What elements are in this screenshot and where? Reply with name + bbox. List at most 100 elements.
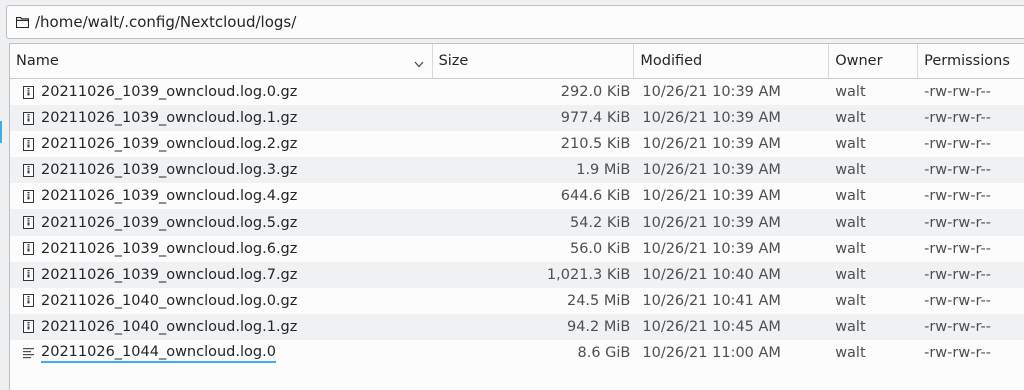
archive-icon [23, 163, 36, 178]
file-owner: walt [835, 214, 866, 231]
file-name-cell[interactable]: 20211026_1039_owncloud.log.4.gz [10, 188, 433, 204]
column-header-modified-label: Modified [640, 53, 703, 69]
file-size: 54.2 KiB [569, 214, 631, 231]
file-permissions: -rw-rw-r-- [924, 318, 991, 335]
file-size: 24.5 MiB [566, 292, 631, 309]
file-owner: walt [835, 136, 866, 153]
file-name[interactable]: 20211026_1039_owncloud.log.5.gz [41, 215, 297, 231]
file-name-cell[interactable]: 20211026_1039_owncloud.log.7.gz [10, 267, 433, 283]
archive-icon [23, 85, 36, 100]
file-name-cell[interactable]: 20211026_1039_owncloud.log.6.gz [10, 241, 433, 257]
table-row[interactable]: 20211026_1040_owncloud.log.0.gz 24.5 MiB 1… [10, 288, 1024, 314]
file-name-cell[interactable]: 20211026_1040_owncloud.log.0.gz [10, 293, 433, 309]
location-path[interactable]: /home/walt/.config/Nextcloud/logs/ [35, 13, 296, 31]
column-header-owner[interactable]: Owner [829, 44, 919, 78]
archive-icon [23, 189, 36, 204]
file-size: 292.0 KiB [560, 84, 631, 101]
file-owner: walt [835, 188, 866, 205]
archive-icon [23, 241, 36, 256]
file-modified: 10/26/21 10:39 AM [642, 162, 781, 179]
file-size: 1.9 MiB [576, 162, 631, 179]
file-name[interactable]: 20211026_1039_owncloud.log.3.gz [41, 162, 297, 178]
file-size: 56.0 KiB [569, 240, 631, 257]
file-size: 1,021.3 KiB [546, 266, 631, 283]
file-size: 8.6 GiB [577, 344, 631, 361]
file-modified: 10/26/21 10:39 AM [642, 110, 781, 127]
folder-icon [16, 15, 30, 29]
table-row[interactable]: 20211026_1039_owncloud.log.5.gz 54.2 KiB 1… [10, 209, 1024, 236]
file-owner: walt [835, 110, 866, 127]
archive-icon [23, 267, 36, 282]
file-modified: 10/26/21 10:40 AM [642, 266, 781, 283]
file-modified: 10/26/21 10:41 AM [642, 292, 781, 309]
file-name[interactable]: 20211026_1040_owncloud.log.1.gz [41, 319, 297, 335]
file-permissions: -rw-rw-r-- [924, 188, 991, 205]
file-name-cell[interactable]: 20211026_1040_owncloud.log.1.gz [10, 319, 433, 335]
file-name-cell[interactable]: 20211026_1039_owncloud.log.5.gz [10, 215, 433, 231]
table-row[interactable]: 20211026_1040_owncloud.log.1.gz 94.2 MiB 1… [10, 313, 1024, 340]
file-permissions: -rw-rw-r-- [924, 214, 991, 231]
file-owner: walt [835, 84, 866, 101]
file-permissions: -rw-rw-r-- [924, 84, 991, 101]
file-name-cell[interactable]: 20211026_1039_owncloud.log.3.gz [10, 162, 433, 178]
archive-icon [23, 111, 36, 126]
table-row[interactable]: 20211026_1039_owncloud.log.3.gz 1.9 MiB 10… [10, 157, 1024, 184]
column-header-name[interactable]: Name [10, 44, 433, 78]
table-row[interactable]: 20211026_1039_owncloud.log.7.gz 1,021.3 K… [10, 261, 1024, 288]
file-name-cell[interactable]: 20211026_1044_owncloud.log.0 [10, 343, 433, 363]
file-permissions: -rw-rw-r-- [924, 240, 991, 257]
table-row[interactable]: 20211026_1039_owncloud.log.2.gz 210.5 KiB… [10, 131, 1024, 157]
column-header-modified[interactable]: Modified [634, 44, 830, 78]
archive-icon [23, 319, 36, 334]
file-modified: 10/26/21 10:39 AM [642, 136, 781, 153]
archive-icon [23, 137, 36, 152]
file-name[interactable]: 20211026_1039_owncloud.log.0.gz [41, 84, 297, 100]
table-row[interactable]: 20211026_1039_owncloud.log.0.gz 292.0 KiB… [10, 79, 1024, 105]
text-file-icon [23, 345, 36, 360]
file-name[interactable]: 20211026_1039_owncloud.log.6.gz [41, 241, 297, 257]
file-name-cell[interactable]: 20211026_1039_owncloud.log.0.gz [10, 84, 433, 100]
file-name[interactable]: 20211026_1039_owncloud.log.2.gz [41, 136, 297, 152]
file-name[interactable]: 20211026_1039_owncloud.log.7.gz [41, 267, 297, 283]
file-size: 644.6 KiB [560, 188, 631, 205]
file-size: 210.5 KiB [560, 136, 631, 153]
file-size: 977.4 KiB [560, 110, 631, 127]
file-permissions: -rw-rw-r-- [924, 162, 991, 179]
file-owner: walt [835, 292, 866, 309]
column-header-permissions-label: Permissions [924, 53, 1010, 69]
column-header: Name Size Modified Owner Permissions [10, 44, 1024, 79]
file-name[interactable]: 20211026_1039_owncloud.log.1.gz [41, 110, 297, 126]
table-row[interactable]: 20211026_1044_owncloud.log.0 8.6 GiB 10/26… [10, 340, 1024, 366]
file-list-view[interactable]: Name Size Modified Owner Permissions 202… [9, 43, 1024, 390]
file-name-cell[interactable]: 20211026_1039_owncloud.log.2.gz [10, 136, 433, 152]
file-modified: 10/26/21 10:39 AM [642, 214, 781, 231]
table-row[interactable]: 20211026_1039_owncloud.log.6.gz 56.0 KiB 1… [10, 236, 1024, 262]
file-name-cell[interactable]: 20211026_1039_owncloud.log.1.gz [10, 110, 433, 126]
file-modified: 10/26/21 10:39 AM [642, 240, 781, 257]
column-header-size-label: Size [438, 53, 469, 69]
file-owner: walt [835, 162, 866, 179]
file-permissions: -rw-rw-r-- [924, 110, 991, 127]
focus-indicator [0, 121, 2, 143]
chevron-down-icon[interactable] [414, 56, 424, 72]
column-header-permissions[interactable]: Permissions [918, 44, 1024, 78]
file-owner: walt [835, 240, 866, 257]
file-permissions: -rw-rw-r-- [924, 266, 991, 283]
file-name[interactable]: 20211026_1044_owncloud.log.0 [41, 343, 276, 363]
location-bar[interactable]: /home/walt/.config/Nextcloud/logs/ [6, 5, 1024, 39]
file-rows: 20211026_1039_owncloud.log.0.gz 292.0 KiB… [10, 79, 1024, 366]
file-modified: 10/26/21 10:39 AM [642, 188, 781, 205]
file-name[interactable]: 20211026_1039_owncloud.log.4.gz [41, 188, 297, 204]
column-header-name-label: Name [16, 53, 59, 69]
table-row[interactable]: 20211026_1039_owncloud.log.4.gz 644.6 KiB… [10, 183, 1024, 209]
archive-icon [23, 215, 36, 230]
file-permissions: -rw-rw-r-- [924, 292, 991, 309]
file-permissions: -rw-rw-r-- [924, 136, 991, 153]
column-header-size[interactable]: Size [433, 44, 635, 78]
file-modified: 10/26/21 10:45 AM [642, 318, 781, 335]
table-row[interactable]: 20211026_1039_owncloud.log.1.gz 977.4 KiB… [10, 105, 1024, 132]
file-modified: 10/26/21 11:00 AM [642, 344, 781, 361]
file-name[interactable]: 20211026_1040_owncloud.log.0.gz [41, 293, 297, 309]
archive-icon [23, 293, 36, 308]
column-header-owner-label: Owner [835, 53, 883, 69]
